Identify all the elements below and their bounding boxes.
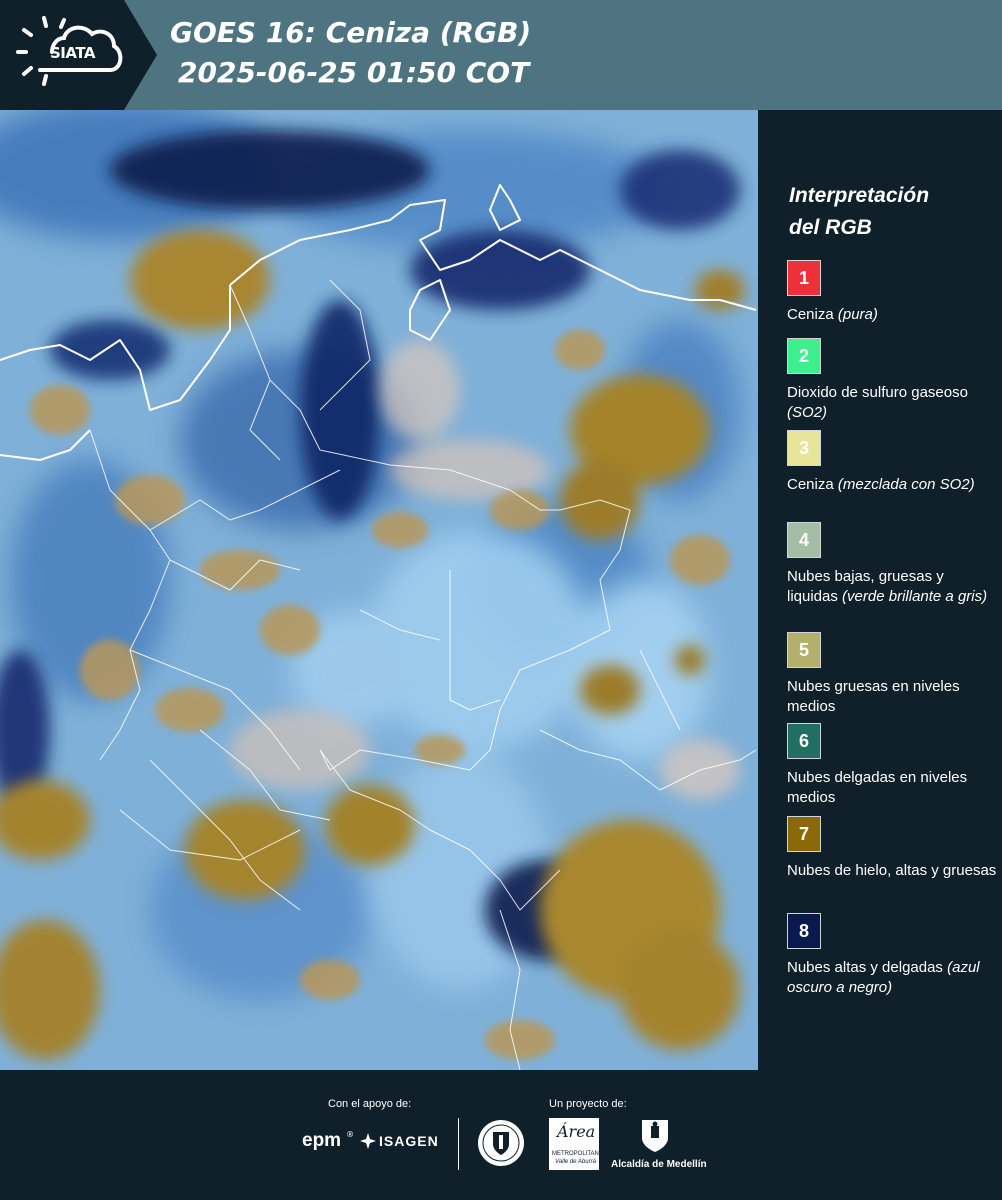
satellite-image [0, 110, 758, 1070]
area-logo-name: METROPOLITANA [552, 1151, 603, 1157]
timestamp: 2025-06-25 01:50 COT [178, 56, 530, 89]
legend-label-note: (mezclada con SO2) [837, 476, 975, 493]
legend-item-8: 8 Nubes altas y delgadas (azul oscuro a n… [787, 913, 997, 998]
legend-label-note: (verde brillante a gris) [842, 588, 988, 605]
legend-label-text: Nubes altas y delgadas [787, 959, 943, 976]
legend-swatch: 5 [787, 632, 821, 668]
legend-swatch: 4 [787, 522, 821, 558]
legend-title-line2: del RGB [789, 216, 872, 239]
epm-logo[interactable]: epm ® [302, 1130, 354, 1152]
legend-label: Nubes bajas, gruesas y liquidas (verde b… [787, 567, 997, 607]
registered-mark-icon: ® [346, 1130, 355, 1139]
legend-item-4: 4 Nubes bajas, gruesas y liquidas (verde … [787, 522, 997, 607]
area-logo-subtitle: Valle de Aburrá [555, 1159, 596, 1165]
legend-label-text: Ceniza [787, 306, 834, 323]
legend-label: Ceniza (mezclada con SO2) [787, 475, 997, 495]
legend-item-1: 1 Ceniza (pura) [787, 260, 997, 325]
page-title: GOES 16: Ceniza (RGB) [170, 16, 532, 49]
legend-swatch: 1 [787, 260, 821, 296]
legend-label: Nubes gruesas en niveles medios [787, 677, 997, 717]
legend-label: Nubes altas y delgadas (azul oscuro a ne… [787, 958, 997, 998]
siata-logo-text: SIATA [50, 44, 96, 62]
legend-label: Dioxido de sulfuro gaseoso (SO2) [787, 383, 997, 423]
legend-swatch: 2 [787, 338, 821, 374]
alcaldia-medellin-shield-logo-icon[interactable] [640, 1118, 670, 1154]
legend-title: Interpretación del RGB [789, 180, 989, 244]
legend-label-text: Nubes gruesas en niveles medios [787, 678, 960, 715]
isagen-mark-icon [360, 1133, 376, 1149]
support-caption: Con el apoyo de: [328, 1098, 412, 1110]
university-seal-logo-icon[interactable] [476, 1118, 526, 1168]
legend-label-text: Ceniza [787, 476, 834, 493]
footer: Con el apoyo de: Un proyecto de: epm ® I… [0, 1070, 1002, 1200]
legend-item-5: 5 Nubes gruesas en niveles medios [787, 632, 997, 717]
alcaldia-medellin-label: Alcaldía de Medellín [611, 1159, 707, 1170]
legend-swatch: 3 [787, 430, 821, 466]
area-logo-word: Área [557, 1122, 596, 1141]
legend-label-note: (SO2) [787, 404, 828, 421]
legend-swatch: 6 [787, 723, 821, 759]
legend-label-text: Nubes delgadas en niveles medios [787, 769, 968, 806]
legend-swatch: 7 [787, 816, 821, 852]
satellite-map[interactable] [0, 110, 758, 1070]
epm-logo-text: epm [302, 1130, 342, 1151]
legend-item-6: 6 Nubes delgadas en niveles medios [787, 723, 997, 808]
project-caption: Un proyecto de: [549, 1098, 627, 1110]
legend-item-3: 3 Ceniza (mezclada con SO2) [787, 430, 997, 495]
header-band: SIATA GOES 16: Ceniza (RGB) 2025-06-25 0… [0, 0, 1002, 110]
isagen-logo-text: ISAGEN [379, 1133, 439, 1149]
legend-item-7: 7 Nubes de hielo, altas y gruesas [787, 816, 997, 881]
legend-label: Nubes de hielo, altas y gruesas [787, 861, 997, 881]
legend-label-text: Dioxido de sulfuro gaseoso [787, 384, 968, 401]
legend-label: Nubes delgadas en niveles medios [787, 768, 997, 808]
legend-item-2: 2 Dioxido de sulfuro gaseoso (SO2) [787, 338, 997, 423]
legend-title-line1: Interpretación [789, 184, 930, 207]
legend-label-note: (pura) [837, 306, 878, 323]
siata-logo[interactable]: SIATA [0, 0, 157, 110]
legend-swatch: 8 [787, 913, 821, 949]
legend-label: Ceniza (pura) [787, 305, 997, 325]
footer-divider [458, 1118, 459, 1170]
legend-label-text: Nubes de hielo, altas y gruesas [787, 862, 997, 879]
area-metropolitana-logo[interactable]: Área METROPOLITANA Valle de Aburrá [549, 1118, 603, 1170]
